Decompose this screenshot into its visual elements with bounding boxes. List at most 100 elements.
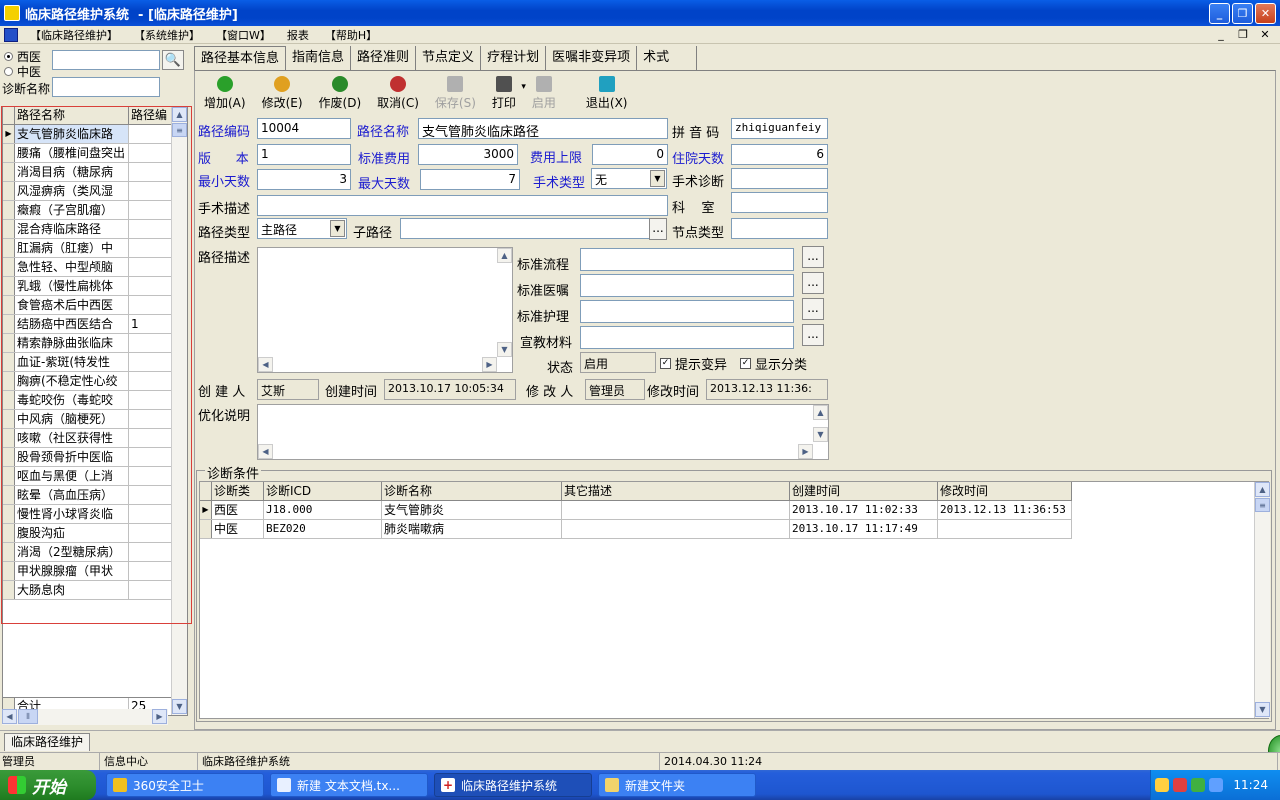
chevron-down-icon[interactable]: ▼ bbox=[330, 220, 345, 237]
table-row[interactable]: 胸痹(不稳定性心绞 bbox=[3, 372, 173, 391]
path-code-cell[interactable] bbox=[129, 372, 171, 390]
tab-node-definition[interactable]: 节点定义 bbox=[416, 46, 482, 70]
tab-non-variation-orders[interactable]: 医嘱非变异项 bbox=[546, 46, 638, 70]
col-path-name[interactable]: 路径名称 bbox=[15, 107, 129, 124]
tab-treatment-plan[interactable]: 疗程计划 bbox=[481, 46, 547, 70]
path-code-cell[interactable] bbox=[129, 201, 171, 219]
pathtype-select[interactable]: 主路径 ▼ bbox=[257, 218, 347, 239]
path-code-cell[interactable] bbox=[129, 543, 171, 561]
diag-cell[interactable]: 肺炎喘嗽病 bbox=[382, 520, 562, 538]
diag-cell[interactable]: 2013.10.17 11:02:33 bbox=[790, 501, 938, 519]
mdi-tab-path-maintenance[interactable]: 临床路径维护 bbox=[4, 733, 91, 751]
path-code-cell[interactable] bbox=[129, 410, 171, 428]
table-row[interactable]: 消渴目病（糖尿病 bbox=[3, 163, 173, 182]
diag-cell[interactable]: 中医 bbox=[212, 520, 264, 538]
path-name-cell[interactable]: 支气管肺炎临床路 bbox=[15, 125, 129, 143]
table-row[interactable]: 中医 BEZ020 肺炎喘嗽病 2013.10.17 11:17:49 bbox=[200, 520, 1072, 539]
table-row[interactable]: 腰痛（腰椎间盘突出 bbox=[3, 144, 173, 163]
scroll-down-icon[interactable]: ▼ bbox=[1255, 702, 1270, 717]
path-name-cell[interactable]: 胸痹(不稳定性心绞 bbox=[15, 372, 129, 390]
mdi-close-button[interactable]: ✕ bbox=[1256, 27, 1274, 41]
path-code-cell[interactable] bbox=[129, 467, 171, 485]
diag-cell[interactable]: BEZ020 bbox=[264, 520, 382, 538]
stdflow-field[interactable] bbox=[580, 248, 794, 271]
table-row[interactable]: 中风病（脑梗死） bbox=[3, 410, 173, 429]
tray-volume-icon[interactable] bbox=[1209, 778, 1224, 792]
diag-col-header[interactable]: 创建时间 bbox=[790, 482, 938, 500]
menu-system-maintenance[interactable]: 【系统维护】 bbox=[126, 27, 208, 43]
search-button[interactable]: 🔍 bbox=[162, 50, 184, 70]
scroll-right-icon[interactable]: ▶ bbox=[152, 709, 167, 724]
opt-textarea[interactable]: ▲ ▼ ◀ ▶ bbox=[257, 404, 829, 460]
table-row[interactable]: 结肠癌中西医结合 1 bbox=[3, 315, 173, 334]
window-titlebar[interactable]: 临床路径维护系统 - [临床路径维护] _ ❐ ✕ bbox=[0, 0, 1280, 26]
mdi-restore-button[interactable]: ❐ bbox=[1234, 27, 1252, 41]
tab-surgery[interactable]: 术式 bbox=[637, 46, 698, 70]
pinyin-field[interactable]: zhiqiguanfeiy bbox=[731, 118, 828, 139]
path-code-cell[interactable] bbox=[129, 163, 171, 181]
surgdesc-field[interactable] bbox=[257, 195, 668, 216]
table-row[interactable]: 呕血与黑便（上消 bbox=[3, 467, 173, 486]
path-name-cell[interactable]: 慢性肾小球肾炎临 bbox=[15, 505, 129, 523]
table-row[interactable]: 肛漏病（肛瘘）中 bbox=[3, 239, 173, 258]
table-row[interactable]: 毒蛇咬伤（毒蛇咬 bbox=[3, 391, 173, 410]
diag-cell[interactable]: 2013.10.17 11:17:49 bbox=[790, 520, 938, 538]
edumat-browse-button[interactable]: ... bbox=[802, 324, 824, 346]
scroll-left-icon[interactable]: ◀ bbox=[2, 709, 17, 724]
diag-cell[interactable] bbox=[562, 520, 790, 538]
path-name-cell[interactable]: 腰痛（腰椎间盘突出 bbox=[15, 144, 129, 162]
diag-cell[interactable] bbox=[562, 501, 790, 519]
tab-guide-info[interactable]: 指南信息 bbox=[286, 46, 352, 70]
radio-chinese[interactable]: 中医 bbox=[4, 63, 41, 80]
scroll-down-icon[interactable]: ▼ bbox=[497, 342, 512, 357]
path-code-cell[interactable] bbox=[129, 486, 171, 504]
edumat-field[interactable] bbox=[580, 326, 794, 349]
table-row[interactable]: 消渴（2型糖尿病） bbox=[3, 543, 173, 562]
scroll-thumb[interactable]: ≡ bbox=[172, 123, 187, 137]
path-code-cell[interactable] bbox=[129, 239, 171, 257]
diag-cell[interactable]: 西医 bbox=[212, 501, 264, 519]
table-row[interactable]: 慢性肾小球肾炎临 bbox=[3, 505, 173, 524]
path-code-cell[interactable] bbox=[129, 182, 171, 200]
scroll-up-icon[interactable]: ▲ bbox=[172, 107, 187, 122]
scroll-right-icon[interactable]: ▶ bbox=[482, 357, 497, 372]
path-code-cell[interactable] bbox=[129, 391, 171, 409]
toolbar-button-edit[interactable]: 修改(E) bbox=[254, 74, 311, 112]
path-code-cell[interactable] bbox=[129, 429, 171, 447]
tray-antivirus-icon[interactable] bbox=[1173, 778, 1188, 792]
diag-cell[interactable]: 支气管肺炎 bbox=[382, 501, 562, 519]
diag-col-header[interactable]: 诊断名称 bbox=[382, 482, 562, 500]
path-name-cell[interactable]: 消渴目病（糖尿病 bbox=[15, 163, 129, 181]
menu-help[interactable]: 【帮助H】 bbox=[317, 27, 385, 43]
path-code-cell[interactable]: 1 bbox=[129, 315, 171, 333]
path-name-cell[interactable]: 精索静脉曲张临床 bbox=[15, 334, 129, 352]
surgtype-select[interactable]: 无 ▼ bbox=[591, 168, 667, 189]
tab-path-criteria[interactable]: 路径准则 bbox=[351, 46, 417, 70]
hscroll-thumb[interactable]: ⦀ bbox=[18, 709, 38, 724]
toolbar-button-exit[interactable]: 退出(X) bbox=[578, 74, 636, 112]
path-code-cell[interactable] bbox=[129, 562, 171, 580]
version-field[interactable]: 1 bbox=[257, 144, 351, 165]
table-row[interactable]: 食管癌术后中西医 bbox=[3, 296, 173, 315]
stdorder-browse-button[interactable]: ... bbox=[802, 272, 824, 294]
print-dropdown-icon[interactable]: ▾ bbox=[521, 82, 526, 92]
table-row[interactable]: 急性轻、中型颅脑 bbox=[3, 258, 173, 277]
path-name-cell[interactable]: 结肠癌中西医结合 bbox=[15, 315, 129, 333]
diag-col-header[interactable]: 诊断ICD bbox=[264, 482, 382, 500]
scroll-right-icon[interactable]: ▶ bbox=[798, 444, 813, 459]
menu-report[interactable]: 报表 bbox=[279, 27, 317, 43]
path-code-cell[interactable] bbox=[129, 334, 171, 352]
path-name-cell[interactable]: 呕血与黑便（上消 bbox=[15, 467, 129, 485]
tab-basic-info[interactable]: 路径基本信息 bbox=[194, 46, 287, 70]
table-row[interactable]: 咳嗽（社区获得性 bbox=[3, 429, 173, 448]
diag-col-header[interactable]: 诊断类 bbox=[212, 482, 264, 500]
diag-cell[interactable]: 2013.12.13 11:36:53 bbox=[938, 501, 1072, 519]
days-field[interactable]: 6 bbox=[731, 144, 828, 165]
path-code-cell[interactable] bbox=[129, 220, 171, 238]
table-row[interactable]: 精索静脉曲张临床 bbox=[3, 334, 173, 353]
path-code-cell[interactable] bbox=[129, 125, 171, 143]
path-name-cell[interactable]: 腹股沟疝 bbox=[15, 524, 129, 542]
path-name-cell[interactable]: 大肠息肉 bbox=[15, 581, 129, 599]
table-row[interactable]: 乳蛾（慢性扁桃体 bbox=[3, 277, 173, 296]
toolbar-button-cancel-doc[interactable]: 作废(D) bbox=[311, 74, 370, 112]
